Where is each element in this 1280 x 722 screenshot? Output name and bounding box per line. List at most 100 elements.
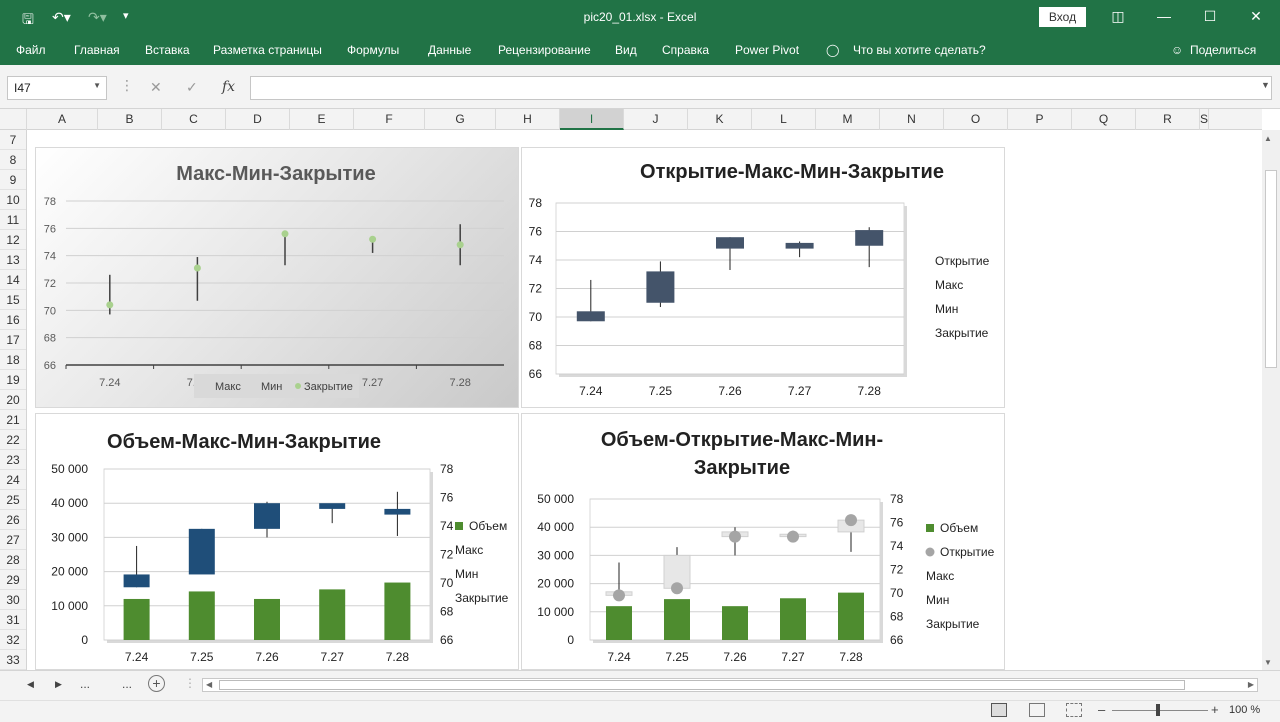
row-header-21[interactable]: 21 [0, 410, 26, 430]
row-header-8[interactable]: 8 [0, 150, 26, 170]
chart-volume-ohlc[interactable]: Объем-Открытие-Макс-Мин- Закрытие 0 10 000 2… [521, 413, 1005, 670]
column-header-l[interactable]: L [752, 109, 816, 130]
column-header-c[interactable]: C [162, 109, 226, 130]
row-header-19[interactable]: 19 [0, 370, 26, 390]
tab-data[interactable]: Данные [428, 43, 471, 57]
horizontal-scroll-thumb[interactable] [219, 680, 1185, 690]
zoom-level[interactable]: 100 % [1229, 704, 1260, 716]
column-header-m[interactable]: M [816, 109, 880, 130]
more-sheets-right[interactable]: ... [122, 677, 132, 691]
row-header-11[interactable]: 11 [0, 210, 26, 230]
enter-icon[interactable]: ✓ [186, 79, 198, 96]
select-all-corner[interactable] [0, 109, 27, 130]
expand-formula-icon[interactable]: ▼ [1261, 80, 1270, 90]
row-header-24[interactable]: 24 [0, 470, 26, 490]
zoom-out-icon[interactable]: – [1098, 702, 1105, 717]
column-header-f[interactable]: F [354, 109, 425, 130]
column-header-h[interactable]: H [496, 109, 560, 130]
row-header-14[interactable]: 14 [0, 270, 26, 290]
row-header-32[interactable]: 32 [0, 630, 26, 650]
vertical-scrollbar[interactable]: ▲ ▼ [1262, 130, 1280, 670]
tab-power-pivot[interactable]: Power Pivot [735, 43, 799, 57]
scroll-down-icon[interactable]: ▼ [1264, 658, 1272, 667]
more-sheets-left[interactable]: ... [80, 677, 90, 691]
hscroll-right-icon[interactable]: ▶ [1248, 680, 1254, 689]
row-header-15[interactable]: 15 [0, 290, 26, 310]
row-header-12[interactable]: 12 [0, 230, 26, 250]
name-box[interactable]: I47 ▼ [7, 76, 107, 100]
share-button[interactable]: Поделиться [1190, 43, 1256, 57]
row-header-16[interactable]: 16 [0, 310, 26, 330]
y-right-tick-label: 74 [890, 539, 904, 553]
close-icon[interactable]: ✕ [1244, 8, 1268, 25]
row-header-29[interactable]: 29 [0, 570, 26, 590]
tab-review[interactable]: Рецензирование [498, 43, 591, 57]
scroll-right-icon[interactable]: ▶ [55, 679, 62, 690]
row-header-25[interactable]: 25 [0, 490, 26, 510]
column-header-q[interactable]: Q [1072, 109, 1136, 130]
row-header-27[interactable]: 27 [0, 530, 26, 550]
column-header-j[interactable]: J [624, 109, 688, 130]
column-header-p[interactable]: P [1008, 109, 1072, 130]
chevron-down-icon[interactable]: ▼ [93, 81, 101, 90]
page-layout-view-icon[interactable] [1029, 703, 1045, 717]
row-header-23[interactable]: 23 [0, 450, 26, 470]
zoom-slider-thumb[interactable] [1156, 704, 1160, 716]
row-header-10[interactable]: 10 [0, 190, 26, 210]
hscroll-left-icon[interactable]: ◀ [206, 680, 212, 689]
insert-function-icon[interactable]: fx [222, 79, 235, 95]
column-header-d[interactable]: D [226, 109, 290, 130]
row-header-9[interactable]: 9 [0, 170, 26, 190]
tab-help[interactable]: Справка [662, 43, 709, 57]
row-header-17[interactable]: 17 [0, 330, 26, 350]
worksheet-grid[interactable]: Макс-Мин-Закрытие 66 68 70 72 74 76 78 7.24 7.25 7… [27, 130, 1262, 670]
zoom-in-icon[interactable]: + [1211, 702, 1219, 717]
normal-view-icon[interactable] [991, 703, 1007, 717]
share-icon[interactable]: ☺ [1171, 43, 1183, 57]
close-marker [106, 301, 114, 309]
page-break-view-icon[interactable] [1066, 703, 1082, 717]
row-header-7[interactable]: 7 [0, 130, 26, 150]
tab-insert[interactable]: Вставка [145, 43, 190, 57]
vertical-scroll-thumb[interactable] [1265, 170, 1277, 368]
column-header-r[interactable]: R [1136, 109, 1200, 130]
column-header-s[interactable]: S [1200, 109, 1210, 130]
column-header-e[interactable]: E [290, 109, 354, 130]
tab-formulas[interactable]: Формулы [347, 43, 399, 57]
column-header-g[interactable]: G [425, 109, 496, 130]
column-header-b[interactable]: B [98, 109, 162, 130]
tab-home[interactable]: Главная [74, 43, 120, 57]
cancel-icon[interactable]: ✕ [150, 79, 162, 96]
row-header-30[interactable]: 30 [0, 590, 26, 610]
column-header-i[interactable]: I [560, 109, 624, 130]
row-header-18[interactable]: 18 [0, 350, 26, 370]
row-header-28[interactable]: 28 [0, 550, 26, 570]
tab-page-layout[interactable]: Разметка страницы [213, 43, 322, 57]
tab-view[interactable]: Вид [615, 43, 637, 57]
add-sheet-button[interactable]: + [148, 675, 165, 692]
maximize-icon[interactable]: ☐ [1198, 8, 1222, 25]
chart-volume-hlc[interactable]: Объем-Макс-Мин-Закрытие 0 10 000 20 000 30 0… [35, 413, 519, 670]
column-header-k[interactable]: K [688, 109, 752, 130]
column-header-o[interactable]: O [944, 109, 1008, 130]
row-header-26[interactable]: 26 [0, 510, 26, 530]
row-header-13[interactable]: 13 [0, 250, 26, 270]
ribbon-display-options-icon[interactable]: ◫ [1106, 8, 1130, 25]
zoom-slider[interactable] [1112, 710, 1208, 711]
chart-ohlc[interactable]: Открытие-Макс-Мин-Закрытие 66 68 70 72 74 76 78… [521, 147, 1005, 408]
row-header-33[interactable]: 33 [0, 650, 26, 670]
tab-file[interactable]: Файл [16, 43, 46, 57]
tell-me-search[interactable]: Что вы хотите сделать? [853, 43, 986, 57]
scroll-up-icon[interactable]: ▲ [1264, 134, 1272, 143]
login-button[interactable]: Вход [1039, 7, 1086, 27]
column-header-a[interactable]: A [27, 109, 98, 130]
minimize-icon[interactable]: — [1152, 8, 1176, 24]
column-header-n[interactable]: N [880, 109, 944, 130]
row-header-20[interactable]: 20 [0, 390, 26, 410]
row-header-31[interactable]: 31 [0, 610, 26, 630]
row-header-22[interactable]: 22 [0, 430, 26, 450]
chart-hlc[interactable]: Макс-Мин-Закрытие666870727476787.247.257… [35, 147, 519, 408]
scroll-left-icon[interactable]: ◀ [27, 679, 34, 690]
formula-input[interactable] [250, 76, 1272, 100]
horizontal-scrollbar[interactable]: ◀ ▶ [202, 678, 1258, 692]
